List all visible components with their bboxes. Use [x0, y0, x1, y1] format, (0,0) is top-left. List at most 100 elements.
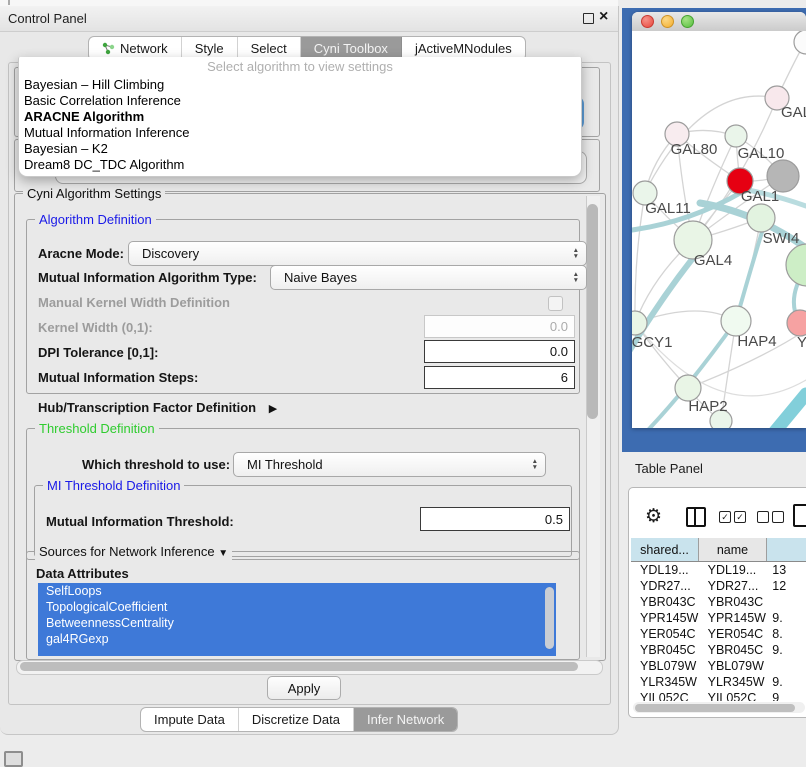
network-node-label: Y — [797, 334, 806, 351]
mi-threshold-label: Mutual Information Threshold: — [46, 514, 234, 529]
hub-definition-expander[interactable]: Hub/Transcription Factor Definition ▶ — [38, 400, 277, 415]
algorithm-option[interactable]: ARACNE Algorithm — [19, 109, 581, 125]
table-row[interactable]: YLR345WYLR345W9. — [631, 674, 806, 690]
aracne-mode-combo[interactable]: Discovery ▲▼ — [128, 241, 587, 266]
attributes-scrollbar-thumb[interactable] — [545, 587, 554, 649]
network-edge — [758, 394, 806, 428]
network-node-HAP4[interactable] — [721, 306, 751, 336]
table-row[interactable]: YER054CYER054C8. — [631, 626, 806, 642]
table-row[interactable]: YBR043CYBR043C — [631, 594, 806, 610]
table-cell: YDL19... — [631, 563, 699, 577]
table-row[interactable]: YBR045CYBR045C9. — [631, 642, 806, 658]
attribute-item[interactable]: TopologicalCoefficient — [38, 599, 556, 615]
table-cell: YBR045C — [631, 643, 699, 657]
minimize-traffic-light[interactable] — [661, 15, 674, 28]
dpi-tolerance-label: DPI Tolerance [0,1]: — [38, 345, 158, 360]
table-hscrollbar-track[interactable] — [633, 702, 805, 713]
network-node-label: GAL10 — [738, 145, 785, 162]
close-traffic-light[interactable] — [641, 15, 654, 28]
algorithm-option[interactable]: Basic Correlation Inference — [19, 93, 581, 109]
network-node-Y[interactable] — [787, 310, 806, 336]
tab-label: Style — [195, 41, 224, 56]
dpi-tolerance-field[interactable]: 0.0 — [424, 340, 575, 363]
window-top-tick — [8, 0, 10, 5]
tab-label: Impute Data — [154, 712, 225, 727]
tab-label: jActiveMNodules — [415, 41, 512, 56]
table-cell: YBL079W — [631, 659, 699, 673]
kernel-width-field[interactable]: 0.0 — [424, 315, 575, 338]
gear-icon[interactable]: ⚙ — [645, 505, 662, 528]
float-window-icon[interactable] — [583, 13, 594, 24]
algorithm-option[interactable]: Bayesian – K2 — [19, 141, 581, 157]
mi-steps-field[interactable]: 6 — [424, 366, 575, 389]
manual-kernel-label: Manual Kernel Width Definition — [38, 295, 230, 310]
which-threshold-value: MI Threshold — [247, 457, 323, 472]
data-attributes-label: Data Attributes — [36, 566, 129, 581]
table-row[interactable]: YDR27...YDR27...12 — [631, 578, 806, 594]
data-attributes-list: SelfLoopsTopologicalCoefficientBetweenne… — [38, 583, 556, 656]
tab-infer-network[interactable]: Infer Network — [354, 708, 457, 731]
column-header[interactable]: shared... — [631, 538, 699, 561]
mi-steps-label: Mutual Information Steps: — [38, 370, 198, 385]
attribute-item[interactable]: SelfLoops — [38, 583, 556, 599]
mi-type-combo[interactable]: Naive Bayes ▲▼ — [270, 265, 587, 290]
network-node-label: HAP2 — [688, 398, 727, 415]
algorithm-dropdown: Select algorithm to view settings Bayesi… — [18, 57, 582, 177]
table-cell: YLR345W — [699, 675, 767, 689]
deselect-all-checkbox-icon[interactable] — [757, 511, 769, 523]
attribute-item[interactable]: gal4RGexp — [38, 631, 556, 647]
column-header[interactable]: name — [699, 538, 767, 561]
algorithm-dropdown-list: Bayesian – Hill ClimbingBasic Correlatio… — [19, 77, 581, 173]
manual-kernel-checkbox[interactable] — [548, 296, 563, 311]
settings-vscrollbar-thumb[interactable] — [587, 204, 598, 419]
hub-definition-label: Hub/Transcription Factor Definition — [38, 400, 256, 415]
table-row[interactable]: YBL079WYBL079W — [631, 658, 806, 674]
columns-icon[interactable] — [686, 507, 706, 527]
tab-label: Discretize Data — [252, 712, 340, 727]
table-cell: YER054C — [699, 627, 767, 641]
select-all-checkbox-icon[interactable]: ✓ — [734, 511, 746, 523]
network-node-label: GAL7 — [781, 104, 806, 121]
tab-label: Infer Network — [367, 712, 444, 727]
select-all-checkbox-icon[interactable]: ✓ — [719, 511, 731, 523]
network-node-SWI4[interactable] — [747, 204, 775, 232]
mi-threshold-field[interactable]: 0.5 — [420, 507, 570, 531]
file-icon[interactable] — [793, 504, 806, 527]
algorithm-option[interactable]: Bayesian – Hill Climbing — [19, 77, 581, 93]
close-icon[interactable]: × — [599, 8, 608, 26]
network-node-GAL10[interactable] — [725, 125, 747, 147]
aracne-mode-value: Discovery — [142, 246, 199, 261]
mi-threshold-legend: MI Threshold Definition — [43, 478, 184, 493]
table-cell: YIL052C — [631, 691, 699, 701]
table-cell: YDL19... — [699, 563, 767, 577]
table-row[interactable]: YDL19...YDL19...13 — [631, 562, 806, 578]
table-row[interactable]: YIL052CYIL052C9 — [631, 690, 806, 701]
table-cell: 9. — [766, 611, 806, 625]
algorithm-option[interactable]: Mutual Information Inference — [19, 125, 581, 141]
network-node-label: GAL4 — [694, 252, 732, 269]
network-node[interactable] — [786, 244, 806, 286]
cyni-settings-legend: Cyni Algorithm Settings — [23, 186, 165, 201]
table-hscrollbar-thumb[interactable] — [635, 704, 795, 712]
tab-impute-data[interactable]: Impute Data — [141, 708, 239, 731]
attribute-item[interactable]: BetweennessCentrality — [38, 615, 556, 631]
network-canvas[interactable]: GAL7GAL80GAL10GAL1GAL11SWI4GAL4GCY1HAP4Y… — [632, 31, 806, 428]
table-cell: 12 — [766, 579, 806, 593]
algorithm-definition-legend: Algorithm Definition — [35, 212, 156, 227]
table-row[interactable]: YPR145WYPR145W9. — [631, 610, 806, 626]
deselect-all-checkbox-icon[interactable] — [772, 511, 784, 523]
settings-hscrollbar-thumb[interactable] — [20, 662, 578, 671]
column-header[interactable] — [767, 538, 806, 561]
which-threshold-combo[interactable]: MI Threshold ▲▼ — [233, 452, 546, 477]
stepper-arrows-icon: ▲▼ — [532, 453, 538, 476]
network-node[interactable] — [794, 31, 806, 54]
tab-discretize-data[interactable]: Discretize Data — [239, 708, 354, 731]
network-tab-icon — [102, 42, 115, 55]
sources-legend[interactable]: Sources for Network Inference ▼ — [35, 544, 232, 561]
table-cell: YDR27... — [631, 579, 699, 593]
algorithm-option[interactable]: Dream8 DC_TDC Algorithm — [19, 157, 581, 173]
network-window-titlebar[interactable] — [632, 12, 806, 32]
panel-corner-button[interactable] — [4, 751, 23, 767]
zoom-traffic-light[interactable] — [681, 15, 694, 28]
apply-button[interactable]: Apply — [267, 676, 341, 700]
